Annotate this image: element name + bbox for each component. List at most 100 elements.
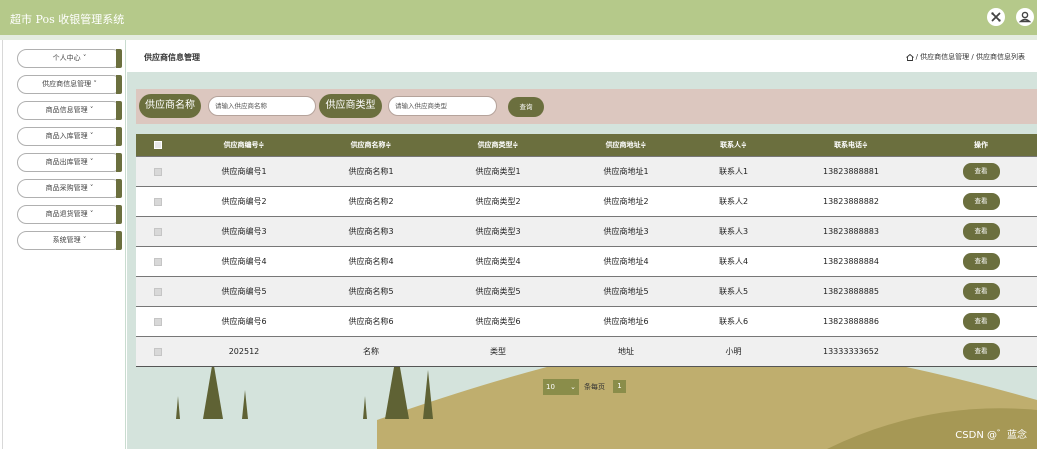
row-checkbox[interactable] bbox=[154, 198, 162, 206]
column-header-supplier-type[interactable]: 供应商类型≑ bbox=[443, 134, 553, 156]
sidebar-item-supplier-management[interactable]: 供应商信息管理 ˅ bbox=[17, 75, 122, 94]
sidebar-item-label: 系统管理 ˅ bbox=[52, 236, 87, 244]
cell-phone: 13823888885 bbox=[823, 287, 879, 296]
sidebar-item-label: 商品退货管理 ˅ bbox=[45, 210, 94, 218]
sidebar-item-system[interactable]: 系统管理 ˅ bbox=[17, 231, 122, 250]
cell-supplier-type: 供应商类型4 bbox=[475, 257, 521, 266]
per-page-label: 条每页 bbox=[584, 383, 605, 391]
cell-supplier-name: 供应商名称4 bbox=[348, 257, 394, 266]
cell-supplier-type: 供应商类型5 bbox=[475, 287, 521, 296]
cell-supplier-id: 供应商编号6 bbox=[221, 317, 267, 326]
cell-phone: 13823888881 bbox=[823, 167, 879, 176]
cell-contact: 小明 bbox=[725, 347, 742, 356]
page-number-1[interactable]: 1 bbox=[613, 380, 626, 393]
view-button[interactable]: 查看 bbox=[962, 253, 1000, 270]
cell-phone: 13333333652 bbox=[823, 347, 879, 356]
cell-supplier-id: 202512 bbox=[228, 347, 260, 356]
chevron-down-icon: ⌄ bbox=[570, 383, 576, 391]
cell-supplier-address: 供应商地址6 bbox=[603, 317, 649, 326]
cell-supplier-type: 供应商类型2 bbox=[475, 197, 521, 206]
table-row: 供应商编号1 供应商名称1 供应商类型1 供应商地址1 联系人1 1382388… bbox=[136, 156, 1037, 186]
row-checkbox[interactable] bbox=[154, 288, 162, 296]
view-button[interactable]: 查看 bbox=[962, 313, 1000, 330]
page-title: 供应商信息管理 bbox=[144, 53, 200, 62]
home-icon[interactable] bbox=[905, 53, 914, 61]
view-button[interactable]: 查看 bbox=[962, 223, 1000, 240]
cell-supplier-type: 供应商类型3 bbox=[475, 227, 521, 236]
table-row: 供应商编号4 供应商名称4 供应商类型4 供应商地址4 联系人4 1382388… bbox=[136, 246, 1037, 276]
cell-supplier-type: 供应商类型1 bbox=[475, 167, 521, 176]
breadcrumb: / 供应商信息管理 / 供应商信息列表 bbox=[905, 52, 1025, 62]
view-button[interactable]: 查看 bbox=[962, 163, 1000, 180]
view-button[interactable]: 查看 bbox=[962, 193, 1000, 210]
column-header-phone[interactable]: 联系电话≑ bbox=[796, 134, 906, 156]
cell-phone: 13823888883 bbox=[823, 227, 879, 236]
cell-supplier-id: 供应商编号4 bbox=[221, 257, 267, 266]
row-checkbox[interactable] bbox=[154, 228, 162, 236]
supplier-type-label: 供应商类型 bbox=[319, 94, 382, 118]
sidebar-item-label: 商品采购管理 ˅ bbox=[45, 184, 94, 192]
sidebar-item-purchase[interactable]: 商品采购管理 ˅ bbox=[17, 179, 122, 198]
supplier-name-label: 供应商名称 bbox=[139, 94, 201, 118]
cell-supplier-name: 供应商名称3 bbox=[348, 227, 394, 236]
column-header-supplier-name[interactable]: 供应商名称≑ bbox=[316, 134, 426, 156]
column-header-contact[interactable]: 联系人≑ bbox=[696, 134, 771, 156]
cell-contact: 联系人4 bbox=[718, 257, 749, 266]
table-row: 供应商编号6 供应商名称6 供应商类型6 供应商地址6 联系人6 1382388… bbox=[136, 306, 1037, 336]
sidebar-item-label: 供应商信息管理 ˅ bbox=[42, 80, 97, 88]
cell-supplier-name: 供应商名称5 bbox=[348, 287, 394, 296]
sidebar-item-product-management[interactable]: 商品信息管理 ˅ bbox=[17, 101, 122, 120]
cell-supplier-name: 供应商名称6 bbox=[348, 317, 394, 326]
column-header-supplier-id[interactable]: 供应商编号≑ bbox=[189, 134, 299, 156]
cell-supplier-address: 供应商地址4 bbox=[603, 257, 649, 266]
supplier-type-input[interactable]: 请输入供应商类型 bbox=[388, 96, 497, 116]
main-content: 供应商信息管理 / 供应商信息管理 / 供应商信息列表 供应商名称 请输入供应商… bbox=[127, 40, 1037, 449]
supplier-name-input[interactable]: 请输入供应商名称 bbox=[208, 96, 316, 116]
sidebar-item-label: 商品出库管理 ˅ bbox=[45, 158, 94, 166]
page-size-select[interactable]: 10 ⌄ bbox=[543, 379, 579, 395]
cell-supplier-type: 供应商类型6 bbox=[475, 317, 521, 326]
page-size-value: 10 bbox=[546, 383, 555, 391]
table-row: 供应商编号2 供应商名称2 供应商类型2 供应商地址2 联系人2 1382388… bbox=[136, 186, 1037, 216]
table-header-row: 供应商编号≑ 供应商名称≑ 供应商类型≑ 供应商地址≑ 联系人≑ 联系电话≑ 操… bbox=[136, 134, 1037, 156]
sidebar-item-stock-in[interactable]: 商品入库管理 ˅ bbox=[17, 127, 122, 146]
search-button[interactable]: 查询 bbox=[508, 97, 544, 117]
row-checkbox[interactable] bbox=[154, 348, 162, 356]
cell-contact: 联系人2 bbox=[718, 197, 749, 206]
search-bar: 供应商名称 请输入供应商名称 供应商类型 请输入供应商类型 查询 bbox=[136, 89, 1037, 124]
table-row: 供应商编号3 供应商名称3 供应商类型3 供应商地址3 联系人3 1382388… bbox=[136, 216, 1037, 246]
select-all-checkbox[interactable] bbox=[154, 141, 162, 149]
cell-supplier-id: 供应商编号5 bbox=[221, 287, 267, 296]
supplier-table: 供应商编号≑ 供应商名称≑ 供应商类型≑ 供应商地址≑ 联系人≑ 联系电话≑ 操… bbox=[136, 134, 1037, 367]
cell-contact: 联系人3 bbox=[718, 227, 749, 236]
close-icon[interactable] bbox=[987, 8, 1005, 26]
column-header-supplier-address[interactable]: 供应商地址≑ bbox=[571, 134, 681, 156]
sidebar-item-stock-out[interactable]: 商品出库管理 ˅ bbox=[17, 153, 122, 172]
cell-supplier-name: 名称 bbox=[363, 347, 379, 356]
top-bar: 超市 Pos 收银管理系统 bbox=[0, 0, 1037, 35]
view-button[interactable]: 查看 bbox=[962, 283, 1000, 300]
row-checkbox[interactable] bbox=[154, 258, 162, 266]
user-icon[interactable] bbox=[1016, 8, 1034, 26]
breadcrumb-text: / 供应商信息管理 / 供应商信息列表 bbox=[915, 53, 1025, 61]
page-header: 供应商信息管理 / 供应商信息管理 / 供应商信息列表 bbox=[127, 40, 1037, 72]
app-title: 超市 Pos 收银管理系统 bbox=[10, 13, 125, 26]
cell-supplier-name: 供应商名称1 bbox=[348, 167, 394, 176]
sidebar-item-returns[interactable]: 商品退货管理 ˅ bbox=[17, 205, 122, 224]
cell-supplier-name: 供应商名称2 bbox=[348, 197, 394, 206]
cell-supplier-id: 供应商编号1 bbox=[221, 167, 267, 176]
cell-supplier-address: 供应商地址2 bbox=[603, 197, 649, 206]
cell-contact: 联系人1 bbox=[718, 167, 749, 176]
sidebar-item-personal-center[interactable]: 个人中心 ˅ bbox=[17, 49, 122, 68]
sidebar-item-label: 商品入库管理 ˅ bbox=[45, 132, 94, 140]
cell-supplier-address: 供应商地址1 bbox=[603, 167, 649, 176]
view-button[interactable]: 查看 bbox=[962, 343, 1000, 360]
sidebar-item-label: 商品信息管理 ˅ bbox=[45, 106, 94, 114]
column-header-actions: 操作 bbox=[974, 141, 988, 149]
cell-supplier-id: 供应商编号2 bbox=[221, 197, 267, 206]
cell-phone: 13823888882 bbox=[823, 197, 879, 206]
cell-contact: 联系人5 bbox=[718, 287, 749, 296]
row-checkbox[interactable] bbox=[154, 318, 162, 326]
row-checkbox[interactable] bbox=[154, 168, 162, 176]
watermark: CSDN @゛蓝念 bbox=[955, 430, 1027, 441]
